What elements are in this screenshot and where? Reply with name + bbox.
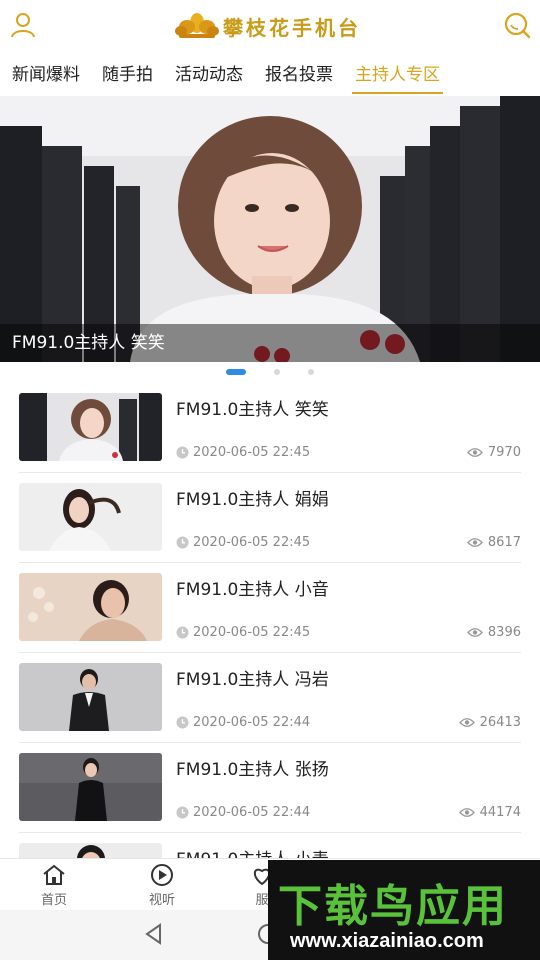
eye-icon [458, 808, 475, 817]
item-title: FM91.0主持人 小音 [176, 580, 329, 600]
home-icon [43, 864, 65, 885]
list-item[interactable]: FM91.0主持人 冯岩 2020-06-05 22:44 26413 [19, 653, 521, 743]
play-circle-icon [151, 864, 173, 886]
nav-home-label: 首页 [40, 893, 67, 908]
list-item[interactable]: FM91.0主持人 笑笑 2020-06-05 22:45 7970 [19, 383, 521, 473]
clock-icon [176, 536, 189, 549]
thumbnail-image [19, 573, 162, 641]
app-name: 攀枝花手机台 [223, 15, 361, 40]
clock-icon [176, 716, 189, 729]
back-icon[interactable] [142, 922, 166, 946]
clock-icon [176, 626, 189, 639]
watermark-title: 下载鸟应用 [278, 881, 508, 932]
eye-icon [467, 628, 483, 637]
carousel-dot[interactable] [274, 369, 280, 375]
carousel-dot-active[interactable] [226, 369, 246, 375]
thumbnail-image [19, 663, 162, 731]
item-time-text: 2020-06-05 22:45 [193, 625, 311, 640]
category-tabs: 新闻爆料 随手拍 活动动态 报名投票 主持人专区 [0, 52, 540, 97]
logo-flower-icon [175, 13, 219, 38]
item-views-text: 8396 [487, 625, 521, 640]
item-views-text: 8617 [487, 535, 521, 550]
user-icon[interactable] [8, 10, 38, 40]
clock-icon [176, 806, 189, 819]
item-title: FM91.0主持人 娟娟 [176, 490, 329, 510]
list-item[interactable]: FM91.0主持人 张扬 2020-06-05 22:44 44174 [19, 743, 521, 833]
tab-snapshots[interactable]: 随手拍 [91, 52, 164, 96]
tab-activities[interactable]: 活动动态 [164, 52, 254, 96]
thumbnail-image [19, 483, 162, 551]
banner-photo [0, 96, 540, 362]
list-item[interactable]: FM91.0主持人 娟娟 2020-06-05 22:45 8617 [19, 473, 521, 563]
item-views-text: 26413 [479, 715, 521, 730]
eye-icon [467, 538, 483, 547]
item-time-text: 2020-06-05 22:45 [193, 445, 311, 460]
search-icon[interactable] [502, 10, 532, 40]
thumbnail-image [19, 753, 162, 821]
eye-icon [458, 718, 475, 727]
tab-news-tips[interactable]: 新闻爆料 [0, 52, 91, 96]
thumbnail-image [19, 393, 162, 461]
banner-caption: FM91.0主持人 笑笑 [0, 324, 540, 362]
banner-carousel[interactable]: FM91.0主持人 笑笑 [0, 96, 540, 362]
list-item[interactable]: FM91.0主持人 小音 2020-06-05 22:45 8396 [19, 563, 521, 653]
tab-signup-vote[interactable]: 报名投票 [254, 52, 344, 96]
item-timestamp: 2020-06-05 22:45 [176, 535, 310, 550]
app-logo: 攀枝花手机台 [175, 10, 361, 42]
item-time-text: 2020-06-05 22:44 [193, 805, 311, 820]
eye-icon [467, 448, 483, 457]
item-time-text: 2020-06-05 22:45 [193, 535, 311, 550]
nav-media[interactable]: 视听 [132, 863, 192, 908]
item-views-text: 7970 [487, 445, 521, 460]
item-timestamp: 2020-06-05 22:45 [176, 445, 310, 460]
item-title: FM91.0主持人 笑笑 [176, 400, 329, 420]
carousel-dot[interactable] [308, 369, 314, 375]
item-views-text: 44174 [479, 805, 521, 820]
tab-hosts[interactable]: 主持人专区 [344, 52, 451, 96]
carousel-indicator [0, 366, 540, 378]
watermark-overlay: 下载鸟应用 www.xiazainiao.com [268, 860, 540, 960]
nav-service-label: 服 [255, 893, 269, 908]
host-list: FM91.0主持人 笑笑 2020-06-05 22:45 7970 FM91.… [0, 383, 540, 922]
item-title: FM91.0主持人 冯岩 [176, 670, 329, 690]
clock-icon [176, 446, 189, 459]
item-timestamp: 2020-06-05 22:44 [176, 715, 310, 730]
item-title: FM91.0主持人 张扬 [176, 760, 329, 780]
item-view-count: 26413 [458, 715, 521, 730]
item-view-count: 8396 [467, 625, 521, 640]
item-view-count: 44174 [458, 805, 521, 820]
app-header: 攀枝花手机台 [0, 0, 540, 52]
item-view-count: 8617 [467, 535, 521, 550]
item-time-text: 2020-06-05 22:44 [193, 715, 311, 730]
watermark-url: www.xiazainiao.com [290, 930, 484, 952]
nav-home[interactable]: 首页 [24, 863, 84, 908]
item-timestamp: 2020-06-05 22:44 [176, 805, 310, 820]
nav-media-label: 视听 [148, 893, 175, 908]
item-timestamp: 2020-06-05 22:45 [176, 625, 310, 640]
item-view-count: 7970 [467, 445, 521, 460]
